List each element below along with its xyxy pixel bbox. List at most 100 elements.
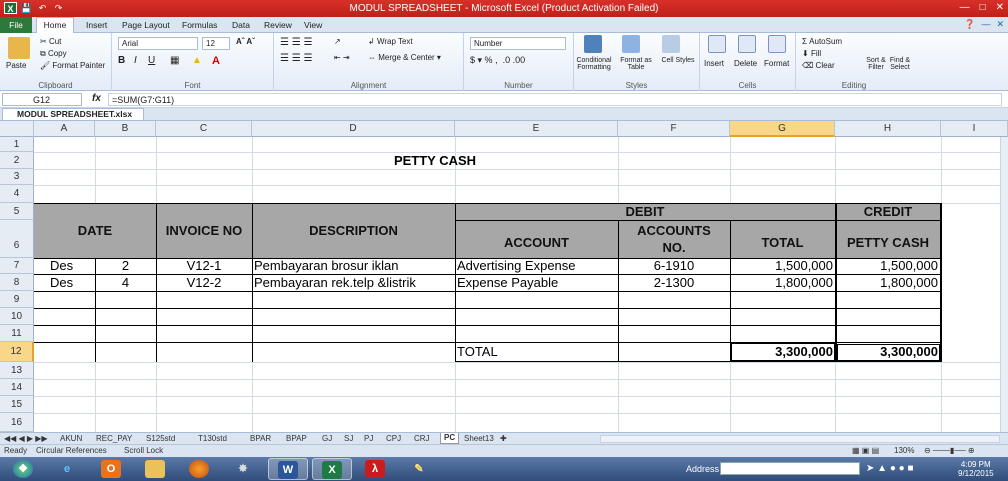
help-icon[interactable]: ❓ bbox=[964, 19, 975, 30]
format-as-table-button[interactable]: Format as Table bbox=[614, 57, 658, 71]
maximize-icon[interactable]: □ bbox=[980, 2, 986, 13]
formula-input[interactable]: =SUM(G7:G11) bbox=[108, 93, 1002, 106]
merge-center-button[interactable]: ⇔ Merge & Center ▾ bbox=[368, 53, 441, 62]
conditional-formatting-button[interactable]: Conditional Formatting bbox=[574, 57, 614, 71]
header-description[interactable]: DESCRIPTION bbox=[252, 203, 455, 258]
sheet-tab-pj[interactable]: PJ bbox=[364, 434, 373, 443]
tab-data[interactable]: Data bbox=[232, 20, 250, 30]
column-header-i[interactable]: I bbox=[941, 121, 1008, 137]
header-petty-cash[interactable]: PETTY CASH bbox=[835, 220, 941, 258]
ribbon-minimize-icon[interactable]: — bbox=[981, 19, 990, 30]
folder-icon[interactable] bbox=[136, 458, 176, 480]
status-circular[interactable]: Circular References bbox=[36, 446, 107, 455]
table-row-1-description[interactable]: Pembayaran brosur iklan bbox=[254, 258, 454, 274]
column-header-e[interactable]: E bbox=[455, 121, 618, 137]
sheet-tab-sj[interactable]: SJ bbox=[344, 434, 353, 443]
app-icon[interactable]: ✸ bbox=[224, 458, 264, 480]
close-icon[interactable]: ✕ bbox=[996, 2, 1004, 13]
sheet-tab-gj[interactable]: GJ bbox=[322, 434, 332, 443]
spreadsheet-grid[interactable]: A B C D E F G H I 1 2 3 4 5 6 7 8 9 10 1… bbox=[0, 121, 1008, 432]
format-table-icon[interactable] bbox=[622, 35, 640, 53]
zoom-level[interactable]: 130% bbox=[894, 446, 914, 455]
fill-button[interactable]: ⬇ Fill bbox=[802, 49, 821, 58]
table-row-1-account-no[interactable]: 6-1910 bbox=[618, 258, 730, 274]
sheet-tab-akun[interactable]: AKUN bbox=[60, 434, 82, 443]
sort-filter-button[interactable]: Sort & Filter bbox=[864, 57, 888, 71]
tab-page-layout[interactable]: Page Layout bbox=[122, 20, 170, 30]
autosum-button[interactable]: Σ AutoSum bbox=[802, 37, 842, 46]
header-account[interactable]: ACCOUNT bbox=[455, 220, 618, 258]
row-header-2[interactable]: 2 bbox=[0, 152, 34, 169]
format-button[interactable]: Format bbox=[764, 59, 789, 68]
sheet-nav-icon[interactable]: ◀◀ ◀ ▶ ▶▶ bbox=[4, 434, 48, 443]
table-row-2-month[interactable]: Des bbox=[38, 274, 95, 291]
column-header-f[interactable]: F bbox=[618, 121, 730, 137]
table-row-2-description[interactable]: Pembayaran rek.telp &listrik bbox=[254, 274, 454, 291]
sheet-tab-sheet13[interactable]: Sheet13 bbox=[464, 434, 494, 443]
sheet-tab-pc[interactable]: PC bbox=[440, 433, 460, 444]
minimize-icon[interactable]: — bbox=[960, 2, 970, 13]
underline-button[interactable]: U bbox=[148, 55, 155, 66]
currency-icon[interactable]: $ ▾ % , .0 .00 bbox=[470, 55, 525, 66]
font-name-select[interactable]: Arial bbox=[118, 37, 198, 50]
table-row-1-invoice[interactable]: V12-1 bbox=[156, 258, 252, 274]
sheet-tab-s125std[interactable]: S125std bbox=[146, 434, 175, 443]
column-header-g[interactable]: G bbox=[730, 121, 835, 137]
row-header-14[interactable]: 14 bbox=[0, 379, 34, 396]
outlook-icon[interactable]: O bbox=[92, 458, 132, 480]
column-header-c[interactable]: C bbox=[156, 121, 252, 137]
clock[interactable]: 4:09 PM 9/12/2015 bbox=[958, 460, 994, 478]
indent-icon[interactable]: ⇤ ⇥ bbox=[334, 53, 350, 62]
paste-button[interactable]: Paste bbox=[6, 61, 26, 70]
tab-review[interactable]: Review bbox=[264, 20, 292, 30]
workbook-close-icon[interactable]: ✕ bbox=[996, 19, 1004, 30]
paste-icon[interactable] bbox=[8, 37, 30, 59]
sheet-tab-crj[interactable]: CRJ bbox=[414, 434, 430, 443]
header-credit[interactable]: CREDIT bbox=[835, 203, 941, 220]
total-label[interactable]: TOTAL bbox=[457, 342, 617, 362]
percent-icon[interactable]: % bbox=[485, 55, 493, 65]
table-row-2-invoice[interactable]: V12-2 bbox=[156, 274, 252, 291]
table-row-2-day[interactable]: 4 bbox=[95, 274, 156, 291]
table-row-1-month[interactable]: Des bbox=[38, 258, 95, 274]
row-header-7[interactable]: 7 bbox=[0, 258, 34, 274]
sheet-tab-t130std[interactable]: T130std bbox=[198, 434, 227, 443]
name-box[interactable]: G12 bbox=[2, 93, 82, 106]
sheet-tab-bpar[interactable]: BPAR bbox=[250, 434, 271, 443]
header-debit[interactable]: DEBIT bbox=[455, 203, 835, 220]
bold-button[interactable]: B bbox=[118, 55, 125, 66]
pdf-icon[interactable]: λ bbox=[356, 458, 396, 480]
table-row-1-petty-cash[interactable]: 1,500,000 bbox=[835, 258, 938, 274]
table-row-1-total[interactable]: 1,500,000 bbox=[730, 258, 833, 274]
row-header-10[interactable]: 10 bbox=[0, 308, 34, 325]
table-row-1-day[interactable]: 2 bbox=[95, 258, 156, 274]
table-row-2-petty-cash[interactable]: 1,800,000 bbox=[835, 274, 938, 291]
tab-home[interactable]: Home bbox=[36, 17, 74, 34]
table-row-2-account-no[interactable]: 2-1300 bbox=[618, 274, 730, 291]
row-header-9[interactable]: 9 bbox=[0, 291, 34, 308]
format-cells-icon[interactable] bbox=[768, 35, 786, 53]
tab-file[interactable]: File bbox=[0, 17, 32, 33]
fx-icon[interactable]: fx bbox=[92, 93, 101, 104]
cell-styles-button[interactable]: Cell Styles bbox=[660, 57, 696, 64]
start-button[interactable]: ❖ bbox=[4, 458, 44, 480]
sheet-tab-rec-pay[interactable]: REC_PAY bbox=[96, 434, 132, 443]
row-header-1[interactable]: 1 bbox=[0, 137, 34, 152]
row-header-11[interactable]: 11 bbox=[0, 325, 34, 342]
new-sheet-icon[interactable]: ✚ bbox=[500, 434, 507, 443]
ie-icon[interactable]: e bbox=[48, 458, 88, 480]
format-painter-button[interactable]: 🖌 Format Painter bbox=[40, 61, 105, 70]
tab-formulas[interactable]: Formulas bbox=[182, 20, 217, 30]
row-header-3[interactable]: 3 bbox=[0, 169, 34, 185]
orientation-icon[interactable]: ↗ bbox=[334, 37, 341, 46]
grow-font-icon[interactable]: Aˆ Aˇ bbox=[236, 37, 255, 46]
sheet-tab-cpj[interactable]: CPJ bbox=[386, 434, 401, 443]
comma-icon[interactable]: , bbox=[495, 55, 498, 65]
cell-styles-icon[interactable] bbox=[662, 35, 680, 53]
copy-button[interactable]: ⧉ Copy bbox=[40, 49, 67, 59]
font-size-select[interactable]: 12 bbox=[202, 37, 230, 50]
table-row-2-total[interactable]: 1,800,000 bbox=[730, 274, 833, 291]
excel-taskbar-icon[interactable]: X bbox=[312, 458, 352, 480]
column-header-h[interactable]: H bbox=[835, 121, 941, 137]
header-total[interactable]: TOTAL bbox=[730, 220, 835, 258]
